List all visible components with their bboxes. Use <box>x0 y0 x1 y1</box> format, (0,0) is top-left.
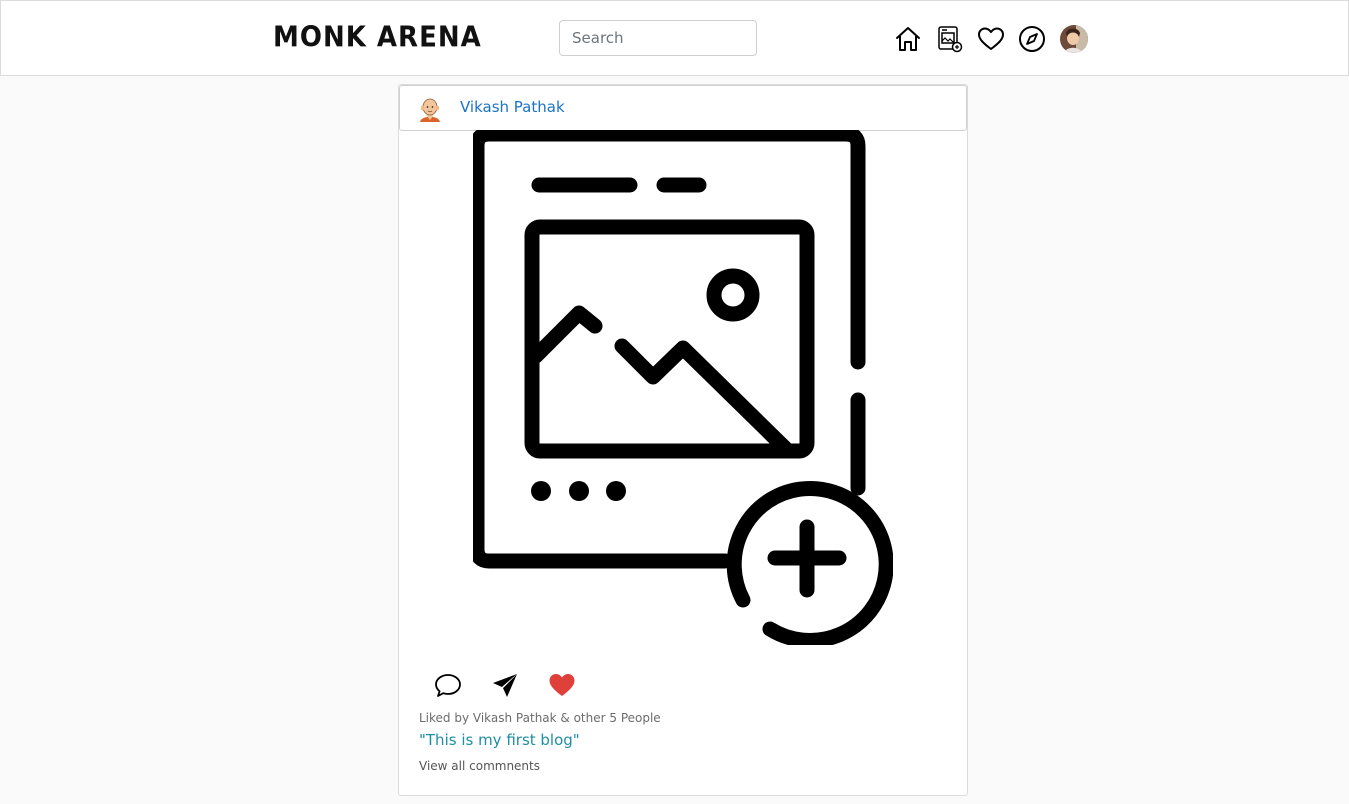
post-caption: "This is my first blog" <box>419 731 580 749</box>
like-heart-filled-icon[interactable] <box>548 671 576 699</box>
profile-photo <box>1060 25 1088 53</box>
app-logo[interactable]: MONK ARENA <box>273 21 482 54</box>
monk-avatar-icon[interactable] <box>417 96 443 122</box>
view-all-comments-link[interactable]: View all commnents <box>419 759 540 773</box>
share-send-icon[interactable] <box>491 671 519 699</box>
post-card: Vikash Pathak Liked by Vikash Pathak & o… <box>398 84 968 796</box>
new-post-icon[interactable] <box>936 25 964 53</box>
heart-icon[interactable] <box>977 25 1005 53</box>
post-username-link[interactable]: Vikash Pathak <box>460 98 565 116</box>
explore-compass-icon[interactable] <box>1018 25 1046 53</box>
profile-avatar[interactable] <box>1060 25 1088 53</box>
search-input[interactable] <box>559 20 757 56</box>
post-header: Vikash Pathak <box>399 85 967 131</box>
post-image-placeholder-icon[interactable] <box>473 130 893 645</box>
top-navbar: MONK ARENA <box>0 0 1349 76</box>
home-icon[interactable] <box>894 25 922 53</box>
comment-icon[interactable] <box>434 671 462 699</box>
likes-text: Liked by Vikash Pathak & other 5 People <box>419 711 661 725</box>
